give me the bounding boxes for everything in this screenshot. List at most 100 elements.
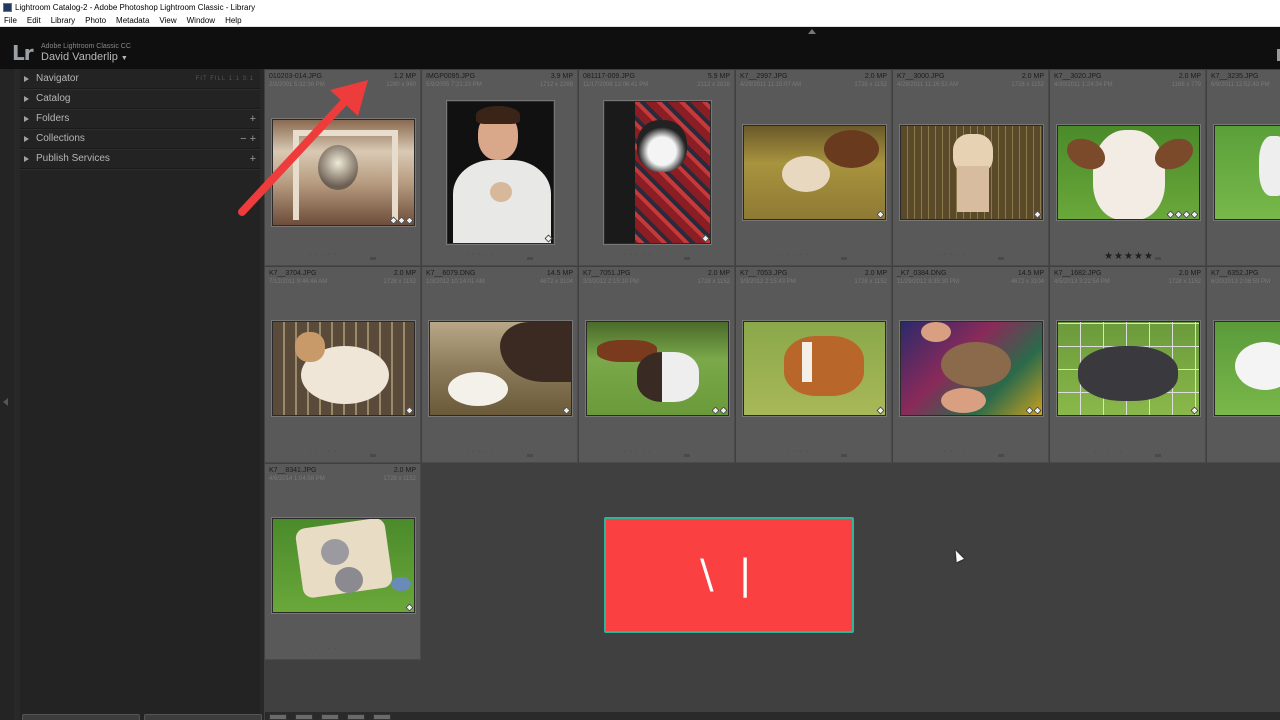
photo-man-holding-chick[interactable]: [447, 101, 554, 244]
menu-library[interactable]: Library: [51, 16, 75, 25]
user-name[interactable]: David Vanderlip ▼: [41, 51, 128, 63]
grid-cell[interactable]: IMGP0095.JPG 3.9 MP 5/9/2005 7:21:23 PM …: [422, 70, 578, 266]
grid-cell[interactable]: K7__8341.JPG 2.0 MP 4/9/2014 1:04:58 PM …: [265, 464, 421, 660]
color-label[interactable]: [370, 257, 376, 260]
compare-view-button[interactable]: [321, 714, 339, 720]
capture-date: 4/9/2014 1:04:58 PM: [269, 476, 325, 482]
rating-dots[interactable]: ·····: [780, 251, 812, 258]
menu-help[interactable]: Help: [225, 16, 241, 25]
photo-goats-in-hay[interactable]: [743, 125, 886, 220]
photo-foal[interactable]: [743, 321, 886, 416]
photo-horse-and-dog[interactable]: [429, 321, 572, 416]
megapixels: 2.0 MP: [707, 270, 730, 277]
menu-photo[interactable]: Photo: [85, 16, 106, 25]
grid-cell[interactable]: K7__6079.DNG 14.5 MP 1/3/2012 10:14:01 A…: [422, 267, 578, 463]
color-label[interactable]: [684, 257, 690, 260]
file-name: IMGP0095.JPG: [426, 73, 476, 80]
people-view-button[interactable]: [373, 714, 391, 720]
rating-dots[interactable]: ·····: [937, 251, 969, 258]
menu-bar: File Edit Library Photo Metadata View Wi…: [0, 14, 1280, 27]
section-label: Publish Services: [36, 153, 110, 164]
rating-dots[interactable]: ·····: [466, 251, 498, 258]
dimensions: 1712 x 2288: [539, 82, 573, 88]
menu-window[interactable]: Window: [187, 16, 215, 25]
dimensions: 4672 x 3104: [1010, 279, 1044, 285]
photo-puppy-in-blanket[interactable]: [604, 101, 711, 244]
section-collections[interactable]: Collections − +: [20, 129, 260, 149]
capture-date: 6/9/2011 12:52:43 PM: [1211, 82, 1270, 88]
rating-dots[interactable]: ·····: [466, 448, 498, 455]
crop-badge-icon: [719, 406, 728, 415]
color-label[interactable]: [684, 454, 690, 457]
survey-view-button[interactable]: [347, 714, 365, 720]
rating-dots[interactable]: ·····: [309, 251, 341, 258]
loupe-view-button[interactable]: [295, 714, 313, 720]
color-label[interactable]: [1155, 257, 1161, 260]
grid-cell[interactable]: K7__7053.JPG 2.0 MP 3/3/2012 2:15:43 PM …: [736, 267, 892, 463]
section-folders[interactable]: Folders +: [20, 109, 260, 129]
keyword-badge-icon: [1190, 210, 1199, 219]
rating-dots[interactable]: ·····: [623, 448, 655, 455]
capture-date: 5/9/2005 7:21:23 PM: [426, 82, 482, 88]
photo-pig-behind-fence[interactable]: [1057, 321, 1200, 416]
rating-dots[interactable]: ·····: [780, 448, 812, 455]
grid-cell[interactable]: K7__3235.JPG 6/9/2011 12:52:43 PM: [1207, 70, 1280, 266]
capture-date: 7/12/2011 9:46:46 AM: [269, 279, 328, 285]
grid-cell[interactable]: K7__3704.JPG 2.0 MP 7/12/2011 9:46:46 AM…: [265, 267, 421, 463]
color-label[interactable]: [527, 257, 533, 260]
file-name: K7__3235.JPG: [1211, 73, 1259, 80]
grid-cell[interactable]: K7__7051.JPG 2.0 MP 3/3/2012 2:15:10 PM …: [579, 267, 735, 463]
left-panel-edge[interactable]: [0, 69, 14, 720]
grid-cell[interactable]: K7__2997.JPG 2.0 MP 4/29/2011 11:15:07 A…: [736, 70, 892, 266]
photo-animal-in-grass[interactable]: [1214, 125, 1280, 220]
collapse-left-icon[interactable]: [3, 398, 8, 406]
photo-horses-in-field[interactable]: [586, 321, 729, 416]
color-label[interactable]: [998, 257, 1004, 260]
grid-cell[interactable]: _K7_0384.DNG 14.5 MP 11/29/2012 8:35:30 …: [893, 267, 1049, 463]
photo-sheep-lying[interactable]: [272, 321, 415, 416]
capture-date: 1/3/2012 10:14:01 AM: [426, 279, 485, 285]
photo-badges: [405, 406, 414, 415]
file-name: _K7_0384.DNG: [897, 270, 947, 277]
capture-date: 3/3/2012 2:15:10 PM: [583, 279, 639, 285]
color-label[interactable]: [841, 454, 847, 457]
photo-goat-closeup[interactable]: [1057, 125, 1200, 220]
import-button[interactable]: [22, 714, 140, 720]
menu-metadata[interactable]: Metadata: [116, 16, 149, 25]
photo-rabbit-in-grass[interactable]: [1214, 321, 1280, 416]
grid-cell[interactable]: 081117-009.JPG 5.9 MP 11/17/2008 12:06:4…: [579, 70, 735, 266]
photo-goat-standing[interactable]: [900, 125, 1043, 220]
lr-logo: Lr: [12, 41, 34, 65]
section-navigator[interactable]: Navigator FIT FILL 1:1 3:1: [20, 69, 260, 89]
rating-dots[interactable]: ·····: [309, 645, 341, 652]
grid-cell[interactable]: K7__3020.JPG 2.0 MP 4/30/2011 1:24:34 PM…: [1050, 70, 1206, 266]
megapixels: 2.0 MP: [864, 73, 887, 80]
rating-dots[interactable]: ·····: [937, 448, 969, 455]
grid-cell[interactable]: K7__6352.JPG 6/20/2013 2:06:59 PM: [1207, 267, 1280, 463]
photo-rabbits-in-carrier[interactable]: [272, 518, 415, 613]
color-label[interactable]: [527, 454, 533, 457]
file-name: K7__7053.JPG: [740, 270, 788, 277]
rating-dots[interactable]: ·····: [623, 251, 655, 258]
color-label[interactable]: [1155, 454, 1161, 457]
color-label[interactable]: [998, 454, 1004, 457]
star-rating[interactable]: ★★★★★: [1094, 251, 1164, 262]
section-catalog[interactable]: Catalog: [20, 89, 260, 109]
export-button[interactable]: [144, 714, 262, 720]
color-label[interactable]: [841, 257, 847, 260]
lightroom-window: Lightroom Catalog-2 - Adobe Photoshop Li…: [0, 0, 1280, 720]
grid-view-button[interactable]: [269, 714, 287, 720]
color-label[interactable]: [370, 454, 376, 457]
grid-cell[interactable]: K7__3000.JPG 2.0 MP 4/29/2011 11:16:52 A…: [893, 70, 1049, 266]
menu-view[interactable]: View: [159, 16, 176, 25]
rating-dots[interactable]: ·····: [309, 448, 341, 455]
menu-edit[interactable]: Edit: [27, 16, 41, 25]
menu-file[interactable]: File: [4, 16, 17, 25]
dimensions: 1728 x 1152: [383, 476, 416, 482]
rating-dots[interactable]: ·····: [1094, 448, 1126, 455]
collapse-top-panel-icon[interactable]: [808, 29, 816, 34]
photo-toad-in-hands[interactable]: [900, 321, 1043, 416]
section-publish-services[interactable]: Publish Services +: [20, 149, 260, 169]
grid-cell[interactable]: K7__1682.JPG 2.0 MP 4/5/2013 3:22:54 PM …: [1050, 267, 1206, 463]
chevron-down-icon: ▼: [120, 55, 128, 62]
